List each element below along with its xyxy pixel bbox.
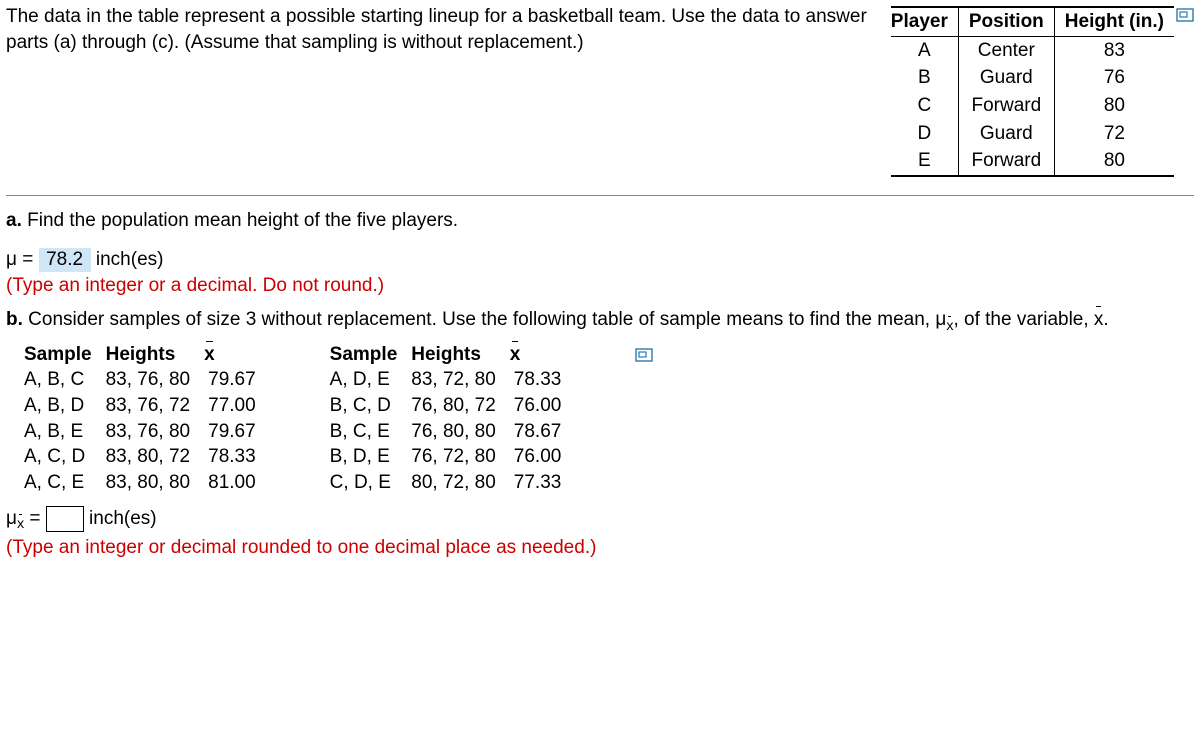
col-position: Position (958, 7, 1054, 36)
divider (6, 195, 1194, 196)
table-row: B, D, E76, 72, 8076.00 (330, 444, 576, 470)
col-sample: Sample (330, 342, 412, 368)
table-row: Player Position Height (in.) (891, 7, 1174, 36)
table-row: A, B, C83, 76, 8079.67 (24, 367, 270, 393)
part-b-text2: , of the variable, (953, 309, 1093, 330)
samples-table-left: Sample Heights x A, B, C83, 76, 8079.67 … (24, 342, 270, 496)
col-xbar: x (204, 342, 270, 368)
mu-xbar-input[interactable] (46, 506, 84, 532)
table-row: A, B, D83, 76, 7277.00 (24, 393, 270, 419)
problem-prompt: The data in the table represent a possib… (6, 4, 873, 55)
table-row: Sample Heights x (330, 342, 576, 368)
equals-label: = (29, 508, 40, 529)
col-heights: Heights (106, 342, 205, 368)
expand-table-icon[interactable] (1176, 4, 1194, 18)
part-b-label: b. (6, 309, 23, 330)
col-player: Player (891, 7, 959, 36)
col-heights: Heights (411, 342, 510, 368)
mu-equals-label: μ = (6, 249, 33, 270)
col-xbar: x (510, 342, 576, 368)
table-row: Sample Heights x (24, 342, 270, 368)
col-height: Height (in.) (1054, 7, 1174, 36)
table-row: A, B, E83, 76, 8079.67 (24, 419, 270, 445)
part-a: a. Find the population mean height of th… (6, 208, 1194, 234)
samples-table-right: Sample Heights x A, D, E83, 72, 8078.33 … (330, 342, 576, 496)
expand-samples-icon[interactable] (635, 344, 653, 358)
table-row: C, D, E80, 72, 8077.33 (330, 470, 576, 496)
table-row: B, C, E76, 80, 8078.67 (330, 419, 576, 445)
table-row: A, C, D83, 80, 7278.33 (24, 444, 270, 470)
table-row: A, C, E83, 80, 8081.00 (24, 470, 270, 496)
part-a-label: a. (6, 210, 22, 231)
col-sample: Sample (24, 342, 106, 368)
table-row: A, D, E83, 72, 8078.33 (330, 367, 576, 393)
table-row: BGuard76 (891, 64, 1174, 92)
part-a-note: (Type an integer or a decimal. Do not ro… (6, 273, 1194, 299)
part-b-text1: Consider samples of size 3 without repla… (28, 309, 935, 330)
xbar-symbol: x (1094, 307, 1104, 333)
mu-xbar-unit: inch(es) (89, 508, 157, 529)
table-row: DGuard72 (891, 120, 1174, 148)
player-table: Player Position Height (in.) ACenter83 B… (891, 6, 1174, 177)
table-row: EForward80 (891, 147, 1174, 176)
mu-xbar-label: μx (6, 506, 24, 535)
table-row: CForward80 (891, 92, 1174, 120)
table-row: B, C, D76, 80, 7276.00 (330, 393, 576, 419)
mu-xbar-symbol: μx (935, 307, 953, 336)
part-b-note: (Type an integer or decimal rounded to o… (6, 535, 1194, 561)
table-row: ACenter83 (891, 36, 1174, 64)
part-b: b. Consider samples of size 3 without re… (6, 307, 1194, 336)
mu-unit: inch(es) (96, 249, 164, 270)
part-a-text: Find the population mean height of the f… (27, 210, 458, 231)
mu-answer-input[interactable] (39, 248, 91, 272)
